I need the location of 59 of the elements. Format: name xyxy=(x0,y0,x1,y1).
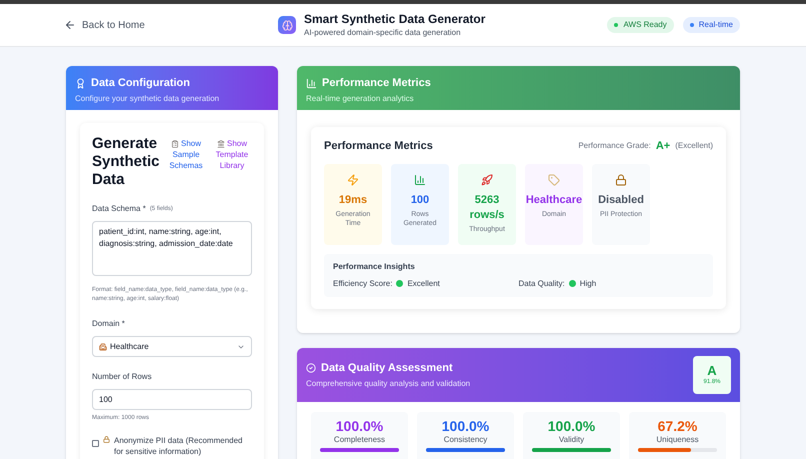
status-badge: Real-time xyxy=(682,17,740,33)
panel-title: Performance Metrics xyxy=(322,76,431,91)
insights-title: Performance Insights xyxy=(333,260,416,272)
metric-value: 100 xyxy=(410,192,430,208)
schema-textarea[interactable]: patient_id:int, name:string, age:int, diagnosis:string, admission_date:date xyxy=(92,221,252,276)
status-badge: AWS Ready xyxy=(607,17,674,33)
lightning-icon xyxy=(347,174,359,186)
quality-label: Validity xyxy=(558,435,584,445)
field-label: Domain * xyxy=(92,318,126,330)
quality-value: 100.0% xyxy=(442,418,490,435)
panel-subtitle: Configure your synthetic data generation xyxy=(75,92,220,104)
grade-value: A+ xyxy=(656,139,670,154)
metric-value: 19ms xyxy=(338,192,368,208)
quality-label: Uniqueness xyxy=(656,435,699,445)
insight-value: High xyxy=(580,278,596,290)
back-arrow-icon xyxy=(64,19,76,31)
bar-chart-icon xyxy=(414,174,426,186)
schema-link[interactable]: Show Template Library xyxy=(212,138,252,171)
grade-note: (Excellent) xyxy=(675,140,713,152)
panel-title: Data Quality Assessment xyxy=(321,360,453,376)
app-title: Smart Synthetic Data Generator xyxy=(304,12,486,26)
schema-link[interactable]: Show Sample Schemas xyxy=(166,138,206,171)
quality-value: 67.2% xyxy=(658,418,698,435)
domain-select[interactable]: Healthcare xyxy=(92,336,252,357)
award-icon xyxy=(75,78,86,89)
tag-icon xyxy=(548,174,560,186)
metric-value: 5263 rows/s xyxy=(468,192,506,222)
rocket-icon xyxy=(481,174,493,186)
back-link[interactable]: Back to Home xyxy=(64,18,145,32)
panel-subtitle: Real-time generation analytics xyxy=(306,92,415,104)
lock-icon xyxy=(103,436,110,443)
checkbox-label: Anonymize PII data (Recommended for sensitive information) xyxy=(114,435,244,457)
insight-value: Excellent xyxy=(407,278,440,290)
rows-input[interactable]: 100 xyxy=(92,389,252,410)
metric-value: Healthcare xyxy=(526,192,582,208)
panel-title: Data Configuration xyxy=(91,76,190,91)
form-heading: Generate Synthetic Data xyxy=(92,135,161,189)
card-title: Performance Metrics xyxy=(324,139,433,154)
lock-icon xyxy=(615,174,627,186)
app-logo-icon xyxy=(278,16,296,34)
quality-label: Completeness xyxy=(334,435,386,445)
panel-subtitle: Comprehensive quality analysis and validation xyxy=(306,378,470,390)
bar-chart-icon xyxy=(306,78,317,89)
quality-value: 100.0% xyxy=(336,418,384,435)
field-label: Number of Rows xyxy=(92,371,153,383)
building-icon xyxy=(216,140,225,148)
hospital-icon xyxy=(99,342,107,350)
metric-value: Disabled xyxy=(598,192,644,208)
quality-value: 100.0% xyxy=(548,418,596,435)
grade-label: Performance Grade: xyxy=(578,140,651,152)
field-label: Data Schema * xyxy=(92,203,146,215)
quality-label: Consistency xyxy=(444,435,488,445)
insight-label: Efficiency Score: xyxy=(333,278,392,290)
clipboard-icon xyxy=(170,140,179,148)
check-circle-icon xyxy=(306,363,316,373)
insight-label: Data Quality: xyxy=(518,278,565,290)
grade-letter: A xyxy=(707,363,717,378)
anonymize-checkbox[interactable] xyxy=(92,440,99,447)
app-subtitle: AI-powered domain-specific data generation xyxy=(304,26,462,38)
